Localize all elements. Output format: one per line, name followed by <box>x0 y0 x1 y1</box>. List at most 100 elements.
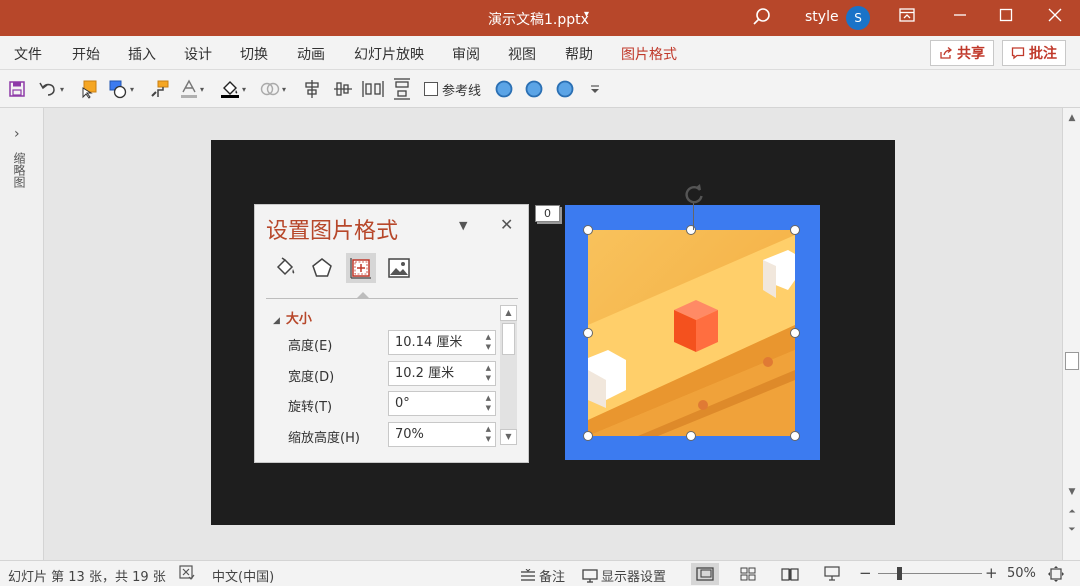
guides-toggle[interactable]: 参考线 <box>424 78 481 100</box>
ribbon-display-options-icon[interactable] <box>894 6 920 30</box>
zoom-slider-thumb[interactable] <box>897 567 902 580</box>
distribute-horizontal-icon[interactable] <box>362 78 384 100</box>
spin-up-icon[interactable]: ▲ <box>486 334 491 341</box>
rotation-label: 旋转(T) <box>288 400 333 415</box>
save-icon[interactable] <box>8 78 26 100</box>
height-input[interactable]: 10.14 厘米 ▲ ▼ <box>388 330 496 355</box>
tab-slideshow[interactable]: 幻灯片放映 <box>354 44 424 64</box>
pane-options-icon[interactable]: ▼ <box>459 219 467 232</box>
slideshow-view-icon[interactable] <box>818 563 846 585</box>
tab-insert[interactable]: 插入 <box>128 44 156 64</box>
fill-color-button[interactable]: ▾ <box>220 78 246 100</box>
search-icon[interactable] <box>752 6 772 28</box>
tab-home[interactable]: 开始 <box>72 44 100 64</box>
resize-handle-top-left[interactable] <box>583 225 593 235</box>
zoom-out-button[interactable]: − <box>859 564 872 582</box>
section-size[interactable]: ◢ 大小 <box>273 308 312 327</box>
title-dropdown-icon[interactable]: ▾ <box>584 9 589 20</box>
next-slide-icon[interactable]: ⏷ <box>1063 522 1080 538</box>
align-middle-icon[interactable] <box>333 78 353 100</box>
spin-down-icon[interactable]: ▼ <box>486 375 491 382</box>
comment-button[interactable]: 批注 <box>1002 40 1066 66</box>
group-button[interactable]: ▾ <box>260 78 286 100</box>
pane-close-icon[interactable]: ✕ <box>500 215 513 234</box>
rotate-handle-icon[interactable] <box>682 182 706 206</box>
circle-style-3-icon[interactable] <box>555 78 575 100</box>
thumbnail-pane-label[interactable]: 缩略图 <box>12 152 28 188</box>
reading-view-icon[interactable] <box>776 563 804 585</box>
spin-up-icon[interactable]: ▲ <box>486 426 491 433</box>
avatar[interactable]: S <box>846 6 870 30</box>
previous-slide-icon[interactable]: ⏶ <box>1063 504 1080 520</box>
fit-to-window-icon[interactable] <box>1042 563 1070 585</box>
resize-handle-top[interactable] <box>686 225 696 235</box>
scroll-down-icon[interactable]: ▼ <box>1063 484 1080 500</box>
spin-up-icon[interactable]: ▲ <box>486 395 491 402</box>
close-icon[interactable] <box>1042 6 1068 30</box>
resize-handle-top-right[interactable] <box>790 225 800 235</box>
circle-style-2-icon[interactable] <box>524 78 544 100</box>
document-title[interactable]: 演示文稿1.pptx <box>488 9 589 29</box>
selected-picture[interactable] <box>588 230 795 436</box>
tab-view[interactable]: 视图 <box>508 44 536 64</box>
scale-height-input[interactable]: 70% ▲ ▼ <box>388 422 496 447</box>
tab-animations[interactable]: 动画 <box>297 44 325 64</box>
rotation-input[interactable]: 0° ▲ ▼ <box>388 391 496 416</box>
pane-scrollbar[interactable]: ▲ ▼ <box>500 305 517 445</box>
scroll-up-icon[interactable]: ▲ <box>500 305 517 321</box>
maximize-icon[interactable] <box>993 6 1019 30</box>
scroll-thumb[interactable] <box>1065 352 1079 370</box>
customize-toolbar-icon[interactable] <box>588 78 602 100</box>
vertical-scrollbar[interactable]: ▲ ▼ ⏶ ⏷ <box>1062 108 1080 560</box>
effects-tab[interactable] <box>307 253 337 283</box>
thumbnail-pane[interactable]: › 缩略图 <box>0 108 44 560</box>
resize-handle-bottom-right[interactable] <box>790 431 800 441</box>
width-input[interactable]: 10.2 厘米 ▲ ▼ <box>388 361 496 386</box>
zoom-in-button[interactable]: + <box>985 564 998 582</box>
font-color-button[interactable]: ▾ <box>180 78 204 100</box>
align-center-icon[interactable] <box>303 78 321 100</box>
zoom-percent[interactable]: 50% <box>1007 566 1036 581</box>
tab-transitions[interactable]: 切换 <box>240 44 268 64</box>
tab-picture-format[interactable]: 图片格式 <box>621 44 677 64</box>
resize-handle-bottom[interactable] <box>686 431 696 441</box>
format-painter-icon[interactable] <box>150 78 170 100</box>
pane-scroll-thumb[interactable] <box>502 323 515 355</box>
spin-down-icon[interactable]: ▼ <box>486 436 491 443</box>
language-indicator[interactable]: 中文(中国) <box>212 566 274 585</box>
resize-handle-right[interactable] <box>790 328 800 338</box>
zoom-slider[interactable] <box>878 573 982 574</box>
resize-handle-left[interactable] <box>583 328 593 338</box>
undo-button[interactable]: ▾ <box>38 78 64 100</box>
guides-checkbox[interactable] <box>424 82 438 96</box>
expand-chevron-icon[interactable]: › <box>14 126 20 142</box>
tab-file[interactable]: 文件 <box>14 44 42 64</box>
ribbon-tabs: 文件 开始 插入 设计 切换 动画 幻灯片放映 审阅 视图 帮助 图片格式 共享… <box>0 36 1080 70</box>
resize-handle-bottom-left[interactable] <box>583 431 593 441</box>
undo-icon <box>39 82 55 96</box>
normal-view-icon[interactable] <box>691 563 719 585</box>
size-properties-tab[interactable] <box>346 253 376 283</box>
notes-button[interactable]: 备注 <box>520 566 565 585</box>
tab-help[interactable]: 帮助 <box>565 44 593 64</box>
accessibility-check-icon[interactable] <box>179 565 195 585</box>
picture-tab[interactable] <box>384 253 414 283</box>
distribute-vertical-icon[interactable] <box>393 78 411 100</box>
user-name[interactable]: style <box>805 9 839 25</box>
shape-effects-button[interactable]: ▾ <box>108 78 134 100</box>
tab-design[interactable]: 设计 <box>184 44 212 64</box>
fill-line-tab[interactable] <box>270 253 300 283</box>
minimize-icon[interactable] <box>947 6 973 30</box>
share-button[interactable]: 共享 <box>930 40 994 66</box>
spin-down-icon[interactable]: ▼ <box>486 344 491 351</box>
scroll-down-icon[interactable]: ▼ <box>500 429 517 445</box>
slide-sorter-icon[interactable] <box>734 563 762 585</box>
scroll-up-icon[interactable]: ▲ <box>1063 110 1080 126</box>
spin-down-icon[interactable]: ▼ <box>486 405 491 412</box>
display-settings-button[interactable]: 显示器设置 <box>582 566 666 585</box>
display-settings-label: 显示器设置 <box>601 570 667 585</box>
circle-style-1-icon[interactable] <box>494 78 514 100</box>
spin-up-icon[interactable]: ▲ <box>486 365 491 372</box>
select-pane-icon[interactable] <box>80 78 100 100</box>
tab-review[interactable]: 审阅 <box>452 44 480 64</box>
